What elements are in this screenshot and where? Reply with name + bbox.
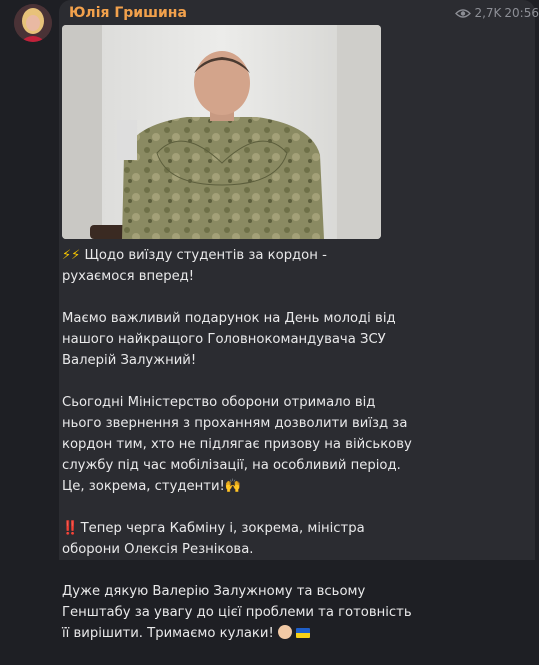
paragraph-1: ⚡⚡ Щодо виїзду студентів за кордон - рух… (62, 245, 532, 287)
fist-icon (277, 625, 292, 639)
avatar[interactable] (14, 4, 52, 42)
message-meta: 2,7K 20:56 (455, 6, 539, 20)
lightning-icon: ⚡⚡ (62, 248, 81, 263)
paragraph-5: Дуже дякую Валерію Залужному та всьому Г… (62, 584, 412, 641)
ukraine-flag-icon (296, 628, 311, 638)
message-text: ⚡⚡ Щодо виїзду студентів за кордон - рух… (62, 245, 532, 665)
paragraph-4: ‼️ Тепер черга Кабміну і, зокрема, мініс… (62, 518, 532, 560)
message-photo[interactable] (62, 25, 381, 239)
photo-image (62, 25, 381, 239)
views-count: 2,7K (474, 6, 502, 20)
flag-yellow-stripe (296, 633, 311, 638)
avatar-photo (14, 4, 52, 42)
sender-name[interactable]: Юлія Гришина (69, 5, 187, 21)
eye-icon (455, 8, 472, 18)
paragraph-3: Сьогодні Міністерство оборони отримало в… (62, 392, 532, 497)
paragraph-2: Маємо важливий подарунок на День молоді … (62, 311, 396, 368)
raised-hands-icon: 🙌 (224, 479, 242, 494)
double-exclamation-icon: ‼️ (62, 521, 78, 536)
message-time: 20:56 (504, 6, 539, 20)
